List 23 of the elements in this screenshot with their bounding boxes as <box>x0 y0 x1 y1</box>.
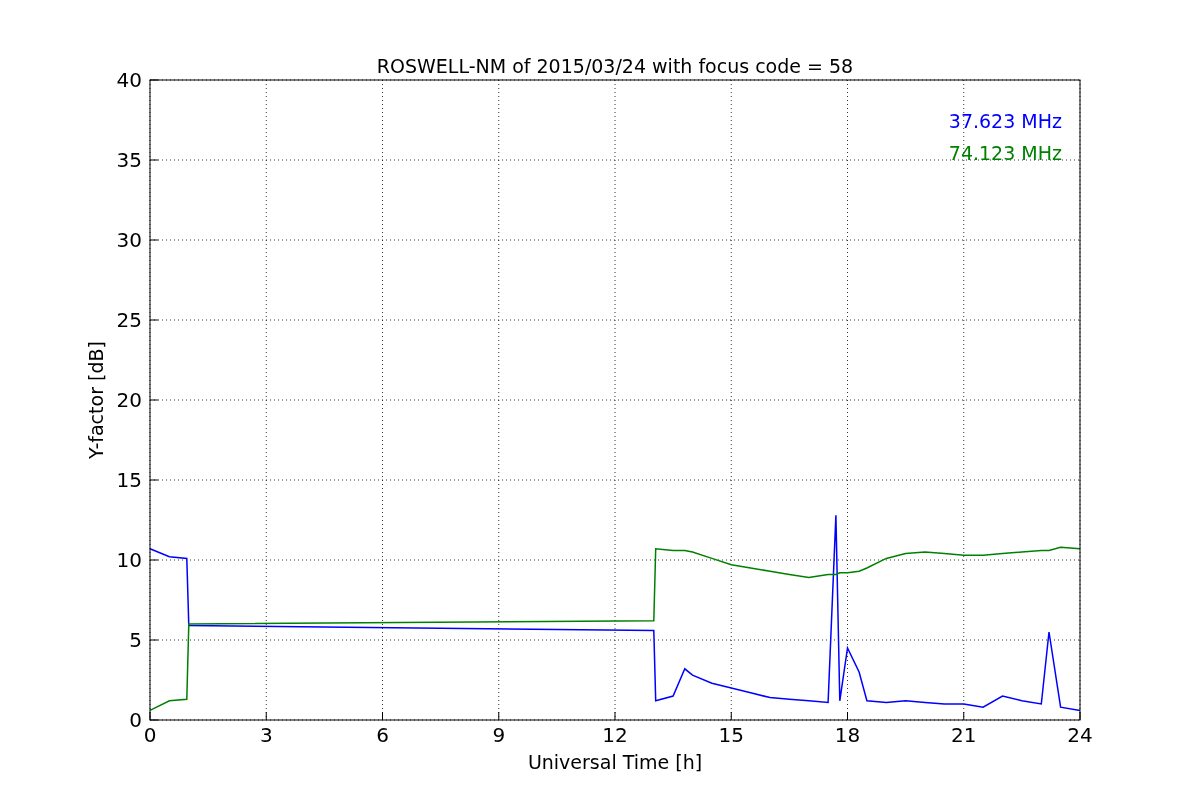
y-tick-label: 15 <box>116 468 142 492</box>
x-tick-label: 6 <box>376 723 389 747</box>
y-tick-label: 5 <box>129 628 142 652</box>
y-tick-label: 10 <box>116 548 142 572</box>
y-tick-label: 25 <box>116 308 142 332</box>
x-tick-label: 24 <box>1067 723 1093 747</box>
legend-label: 74.123 MHz <box>948 142 1062 164</box>
x-tick-label: 18 <box>834 723 861 747</box>
x-tick-label: 9 <box>492 723 506 747</box>
x-tick-label: 3 <box>259 723 273 747</box>
y-tick-label: 20 <box>116 388 142 412</box>
y-tick-label: 40 <box>116 68 142 92</box>
y-tick-label: 35 <box>116 148 142 172</box>
chart-title: ROSWELL-NM of 2015/03/24 with focus code = 58 <box>376 55 854 77</box>
legend-label: 37.623 MHz <box>948 110 1062 132</box>
x-axis-label: Universal Time [h] <box>527 751 703 773</box>
y-tick-label: 0 <box>129 708 142 732</box>
y-tick-label: 30 <box>116 228 142 252</box>
x-tick-label: 15 <box>718 723 744 747</box>
x-tick-label: 12 <box>602 723 628 747</box>
y-axis-label: Y-factor [dB] <box>85 341 107 459</box>
x-tick-label: 21 <box>951 723 977 747</box>
x-tick-label: 0 <box>143 723 157 747</box>
